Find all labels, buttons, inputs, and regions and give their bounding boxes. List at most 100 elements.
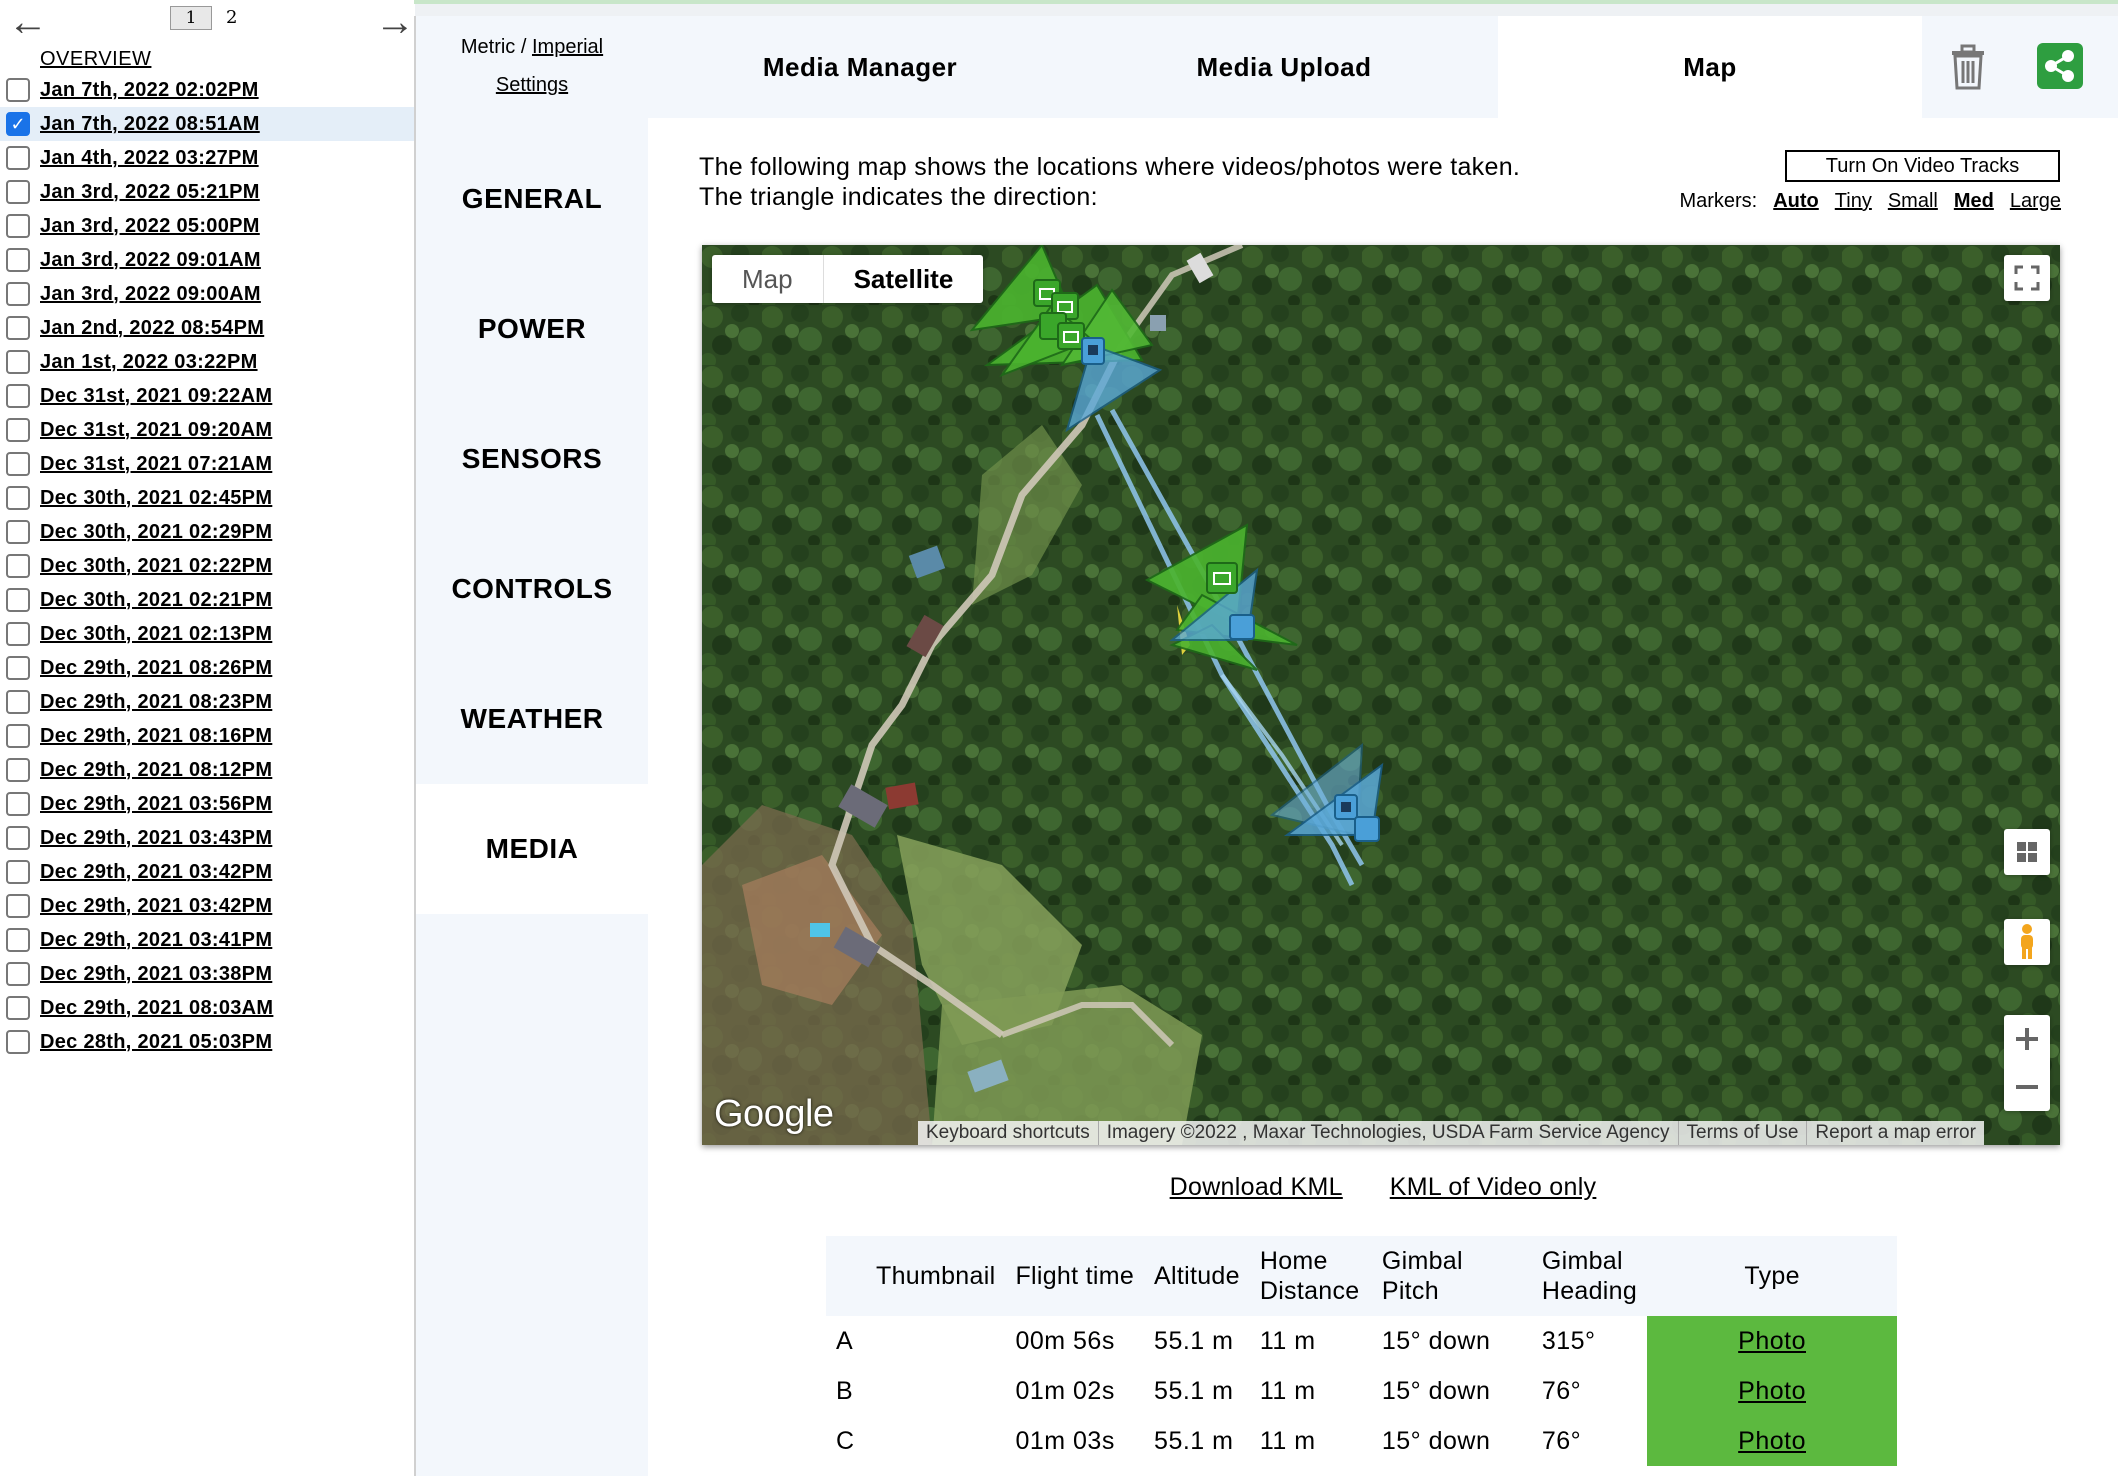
flight-link[interactable]: Dec 28th, 2021 05:03PM [40,1031,272,1054]
pegman-icon[interactable] [2004,919,2050,965]
flight-link[interactable]: Dec 30th, 2021 02:21PM [40,589,272,612]
download-kml-link[interactable]: Download KML [1170,1173,1343,1201]
flight-link[interactable]: Dec 30th, 2021 02:29PM [40,521,272,544]
settings-link[interactable]: Settings [416,74,648,97]
tab-media-upload[interactable]: Media Upload [1072,16,1496,118]
flight-list-item[interactable]: Dec 30th, 2021 02:45PM [0,481,414,515]
flight-checkbox[interactable] [6,588,30,612]
flight-link[interactable]: Jan 3rd, 2022 09:00AM [40,283,261,306]
flight-checkbox[interactable] [6,928,30,952]
tab-media-manager[interactable]: Media Manager [648,16,1072,118]
flight-list-item[interactable]: Dec 30th, 2021 02:22PM [0,549,414,583]
keyboard-shortcuts-link[interactable]: Keyboard shortcuts [918,1121,1099,1145]
flight-list-item[interactable]: Dec 29th, 2021 08:03AM [0,991,414,1025]
flight-link[interactable]: Dec 29th, 2021 03:56PM [40,793,272,816]
flight-link[interactable]: Dec 30th, 2021 02:22PM [40,555,272,578]
map-type-satellite[interactable]: Satellite [822,255,984,303]
overview-link[interactable]: OVERVIEW [40,48,151,71]
flight-link[interactable]: Dec 29th, 2021 08:12PM [40,759,272,782]
flight-list-item[interactable]: Dec 29th, 2021 03:42PM [0,889,414,923]
zoom-in-icon[interactable] [2004,1015,2050,1063]
flight-checkbox[interactable] [6,758,30,782]
flight-list-item[interactable]: Jan 1st, 2022 03:22PM [0,345,414,379]
flight-list-item[interactable]: Jan 3rd, 2022 09:00AM [0,277,414,311]
flight-checkbox[interactable] [6,792,30,816]
map-type-map[interactable]: Map [712,255,823,303]
flight-list-item[interactable]: Jan 7th, 2022 02:02PM [0,73,414,107]
satellite-map[interactable]: Map Satellite Google Keyboard shortcuts … [702,245,2060,1145]
flight-link[interactable]: Dec 29th, 2021 03:41PM [40,929,272,952]
section-media[interactable]: MEDIA [416,784,648,914]
flight-link[interactable]: Dec 29th, 2021 03:42PM [40,895,272,918]
flight-checkbox[interactable] [6,384,30,408]
flight-checkbox[interactable] [6,554,30,578]
flight-link[interactable]: Dec 29th, 2021 03:42PM [40,861,272,884]
section-sensors[interactable]: SENSORS [416,394,648,524]
flight-list-item[interactable]: Jan 4th, 2022 03:27PM [0,141,414,175]
terms-of-use-link[interactable]: Terms of Use [1679,1121,1808,1145]
arrow-left-icon[interactable]: ← [8,2,48,42]
flight-link[interactable]: Dec 31st, 2021 09:22AM [40,385,272,408]
flight-checkbox[interactable] [6,316,30,340]
flight-checkbox[interactable] [6,690,30,714]
section-controls[interactable]: CONTROLS [416,524,648,654]
flight-link[interactable]: Dec 29th, 2021 03:43PM [40,827,272,850]
flight-checkbox[interactable] [6,146,30,170]
flight-list-item[interactable]: Jan 3rd, 2022 05:00PM [0,209,414,243]
flight-list-item[interactable]: Dec 30th, 2021 02:29PM [0,515,414,549]
flight-checkbox[interactable] [6,248,30,272]
flight-list-item[interactable]: Dec 28th, 2021 05:03PM [0,1025,414,1059]
flight-checkbox[interactable] [6,860,30,884]
trash-icon[interactable] [1943,42,1993,92]
photo-link[interactable]: Photo [1738,1327,1806,1355]
flight-list-item[interactable]: Dec 29th, 2021 08:26PM [0,651,414,685]
flight-checkbox[interactable] [6,1030,30,1054]
flight-checkbox[interactable] [6,962,30,986]
flight-link[interactable]: Dec 31st, 2021 09:20AM [40,419,272,442]
flight-link[interactable]: Jan 7th, 2022 08:51AM [40,113,260,136]
marker-med[interactable]: Med [1954,190,1994,213]
flight-list-item[interactable]: Dec 29th, 2021 03:42PM [0,855,414,889]
zoom-out-icon[interactable] [2004,1063,2050,1111]
section-weather[interactable]: WEATHER [416,654,648,784]
flight-checkbox[interactable] [6,180,30,204]
imperial-link[interactable]: Imperial [532,36,603,58]
map-imagery[interactable] [702,245,2060,1145]
flight-link[interactable]: Jan 3rd, 2022 05:21PM [40,181,260,204]
flight-list-item[interactable]: Dec 29th, 2021 08:12PM [0,753,414,787]
flight-list-item[interactable]: Dec 30th, 2021 02:21PM [0,583,414,617]
flight-list-item[interactable]: Dec 31st, 2021 09:20AM [0,413,414,447]
flight-list-item[interactable]: Dec 31st, 2021 07:21AM [0,447,414,481]
marker-small[interactable]: Small [1888,190,1938,213]
flight-checkbox[interactable] [6,282,30,306]
flight-link[interactable]: Dec 29th, 2021 08:03AM [40,997,273,1020]
flight-list-item[interactable]: Jan 3rd, 2022 09:01AM [0,243,414,277]
photo-link[interactable]: Photo [1738,1427,1806,1455]
flight-list-item[interactable]: ✓ Jan 7th, 2022 08:51AM [0,107,414,141]
report-map-error-link[interactable]: Report a map error [1807,1121,1984,1145]
metric-label[interactable]: Metric [461,36,515,58]
kml-video-only-link[interactable]: KML of Video only [1390,1173,1597,1201]
flight-link[interactable]: Dec 31st, 2021 07:21AM [40,453,272,476]
flight-list-item[interactable]: Dec 29th, 2021 08:23PM [0,685,414,719]
flight-checkbox[interactable] [6,996,30,1020]
flight-list-item[interactable]: Jan 2nd, 2022 08:54PM [0,311,414,345]
marker-auto[interactable]: Auto [1773,190,1819,213]
flight-link[interactable]: Dec 29th, 2021 08:26PM [40,657,272,680]
flight-checkbox[interactable] [6,622,30,646]
flight-link[interactable]: Dec 30th, 2021 02:45PM [40,487,272,510]
flight-checkbox[interactable] [6,418,30,442]
flight-checkbox[interactable] [6,656,30,680]
layers-icon[interactable] [2004,829,2050,875]
flight-checkbox[interactable] [6,452,30,476]
flight-list-item[interactable]: Dec 29th, 2021 03:41PM [0,923,414,957]
flight-list-item[interactable]: Dec 29th, 2021 03:38PM [0,957,414,991]
share-icon[interactable] [2037,43,2083,89]
arrow-right-icon[interactable]: → [375,2,415,42]
flight-checkbox[interactable] [6,894,30,918]
photo-link[interactable]: Photo [1738,1377,1806,1405]
flight-link[interactable]: Jan 4th, 2022 03:27PM [40,147,259,170]
flight-list-item[interactable]: Dec 29th, 2021 03:43PM [0,821,414,855]
flight-list-item[interactable]: Dec 29th, 2021 03:56PM [0,787,414,821]
flight-checkbox[interactable] [6,78,30,102]
